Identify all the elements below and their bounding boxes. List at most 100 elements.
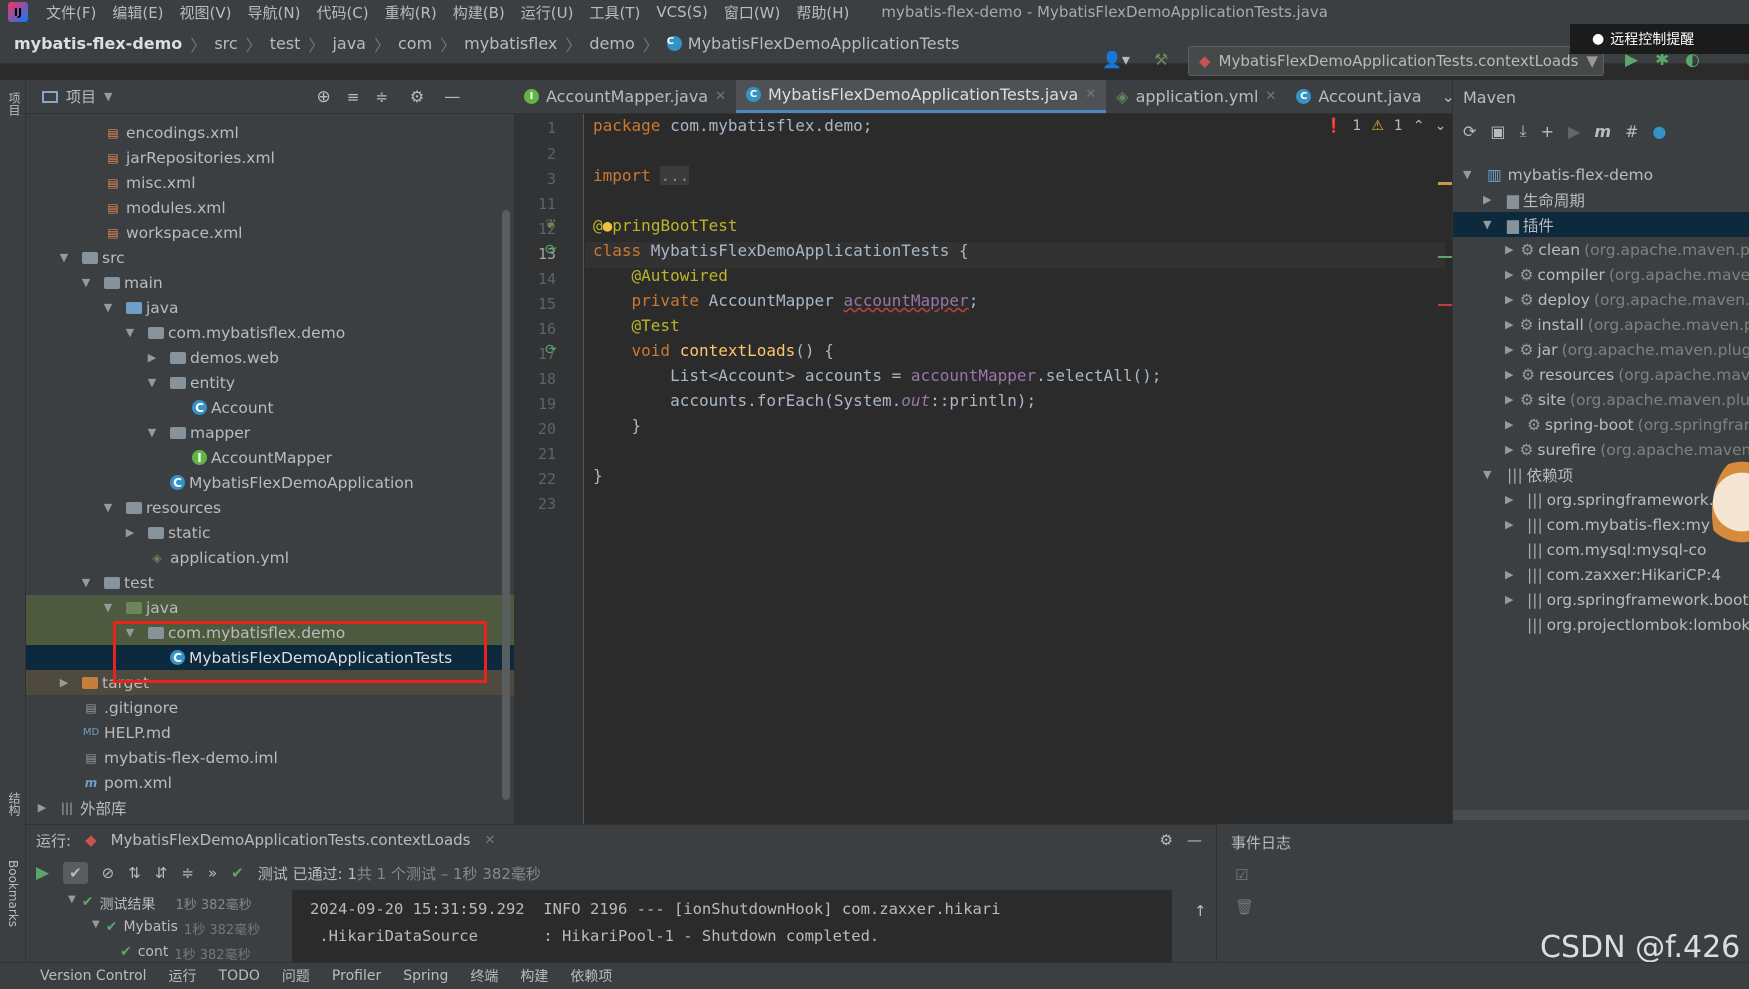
tree-item[interactable]: ◈ application.yml <box>26 545 514 570</box>
chevron-down-icon[interactable]: ▼ <box>100 501 116 514</box>
close-icon[interactable]: ✕ <box>484 833 495 848</box>
chevron-right-icon[interactable]: ▶ <box>122 526 138 539</box>
maven-scrollbar[interactable] <box>1453 810 1749 820</box>
breadcrumb-mybatisflex[interactable]: mybatisflex <box>464 34 557 53</box>
tree-item[interactable]: ▼ java <box>26 595 514 620</box>
menu-window[interactable]: 窗口(W) <box>716 2 789 23</box>
breadcrumb-java[interactable]: java <box>332 34 366 53</box>
tree-item[interactable]: ▼ entity <box>26 370 514 395</box>
tree-item[interactable]: I AccountMapper <box>26 445 514 470</box>
menu-run[interactable]: 运行(U) <box>513 2 582 23</box>
status-spring[interactable]: Spring <box>403 968 448 984</box>
spring-bean-icon[interactable]: ❦ <box>545 217 557 233</box>
maven-plugin[interactable]: ▶ ⚙ spring-boot (org.springfrar <box>1453 412 1749 437</box>
chevron-right-icon[interactable]: ▶ <box>1505 318 1513 331</box>
user-icon[interactable]: 👤▾ <box>1102 50 1130 69</box>
tree-item[interactable]: m pom.xml <box>26 770 514 795</box>
tree-item[interactable]: ▼ mapper <box>26 420 514 445</box>
tree-item[interactable]: MD HELP.md <box>26 720 514 745</box>
status-build[interactable]: 构建 <box>520 966 548 986</box>
tree-item[interactable]: ▤ modules.xml <box>26 195 514 220</box>
error-marker[interactable] <box>1438 304 1452 306</box>
menu-edit[interactable]: 编辑(E) <box>104 2 171 23</box>
menu-refactor[interactable]: 重构(R) <box>377 2 445 23</box>
tab-tests[interactable]: C MybatisFlexDemoApplicationTests.java ✕ <box>736 80 1107 113</box>
tab-accountmapper[interactable]: I AccountMapper.java ✕ <box>514 80 736 113</box>
chevron-right-icon[interactable]: ▶ <box>1505 243 1514 256</box>
maven-plugin[interactable]: ▶ ⚙ install (org.apache.maven.p <box>1453 312 1749 337</box>
code-editor[interactable]: package com.mybatisflex.demo; import ...… <box>585 114 1452 824</box>
chevron-down-icon[interactable]: ▼ <box>100 301 116 314</box>
maven-lifecycle[interactable]: ▶ ▆ 生命周期 <box>1453 187 1749 212</box>
close-icon[interactable]: ✕ <box>1265 89 1276 104</box>
chevron-down-icon[interactable]: ▼ <box>1463 168 1479 181</box>
tab-application-yml[interactable]: ◈ application.yml ✕ <box>1106 80 1286 113</box>
chevron-right-icon[interactable]: ▶ <box>1505 293 1514 306</box>
menu-build[interactable]: 构建(B) <box>445 2 513 23</box>
close-icon[interactable]: ✕ <box>715 89 726 104</box>
tree-item[interactable]: C MybatisFlexDemoApplication <box>26 470 514 495</box>
remote-control-notice[interactable]: ● 远程控制提醒 <box>1570 24 1749 54</box>
chevron-right-icon[interactable]: ▶ <box>144 351 160 364</box>
menu-tools[interactable]: 工具(T) <box>581 2 648 23</box>
warning-marker[interactable] <box>1438 182 1452 185</box>
show-ignored-icon[interactable]: ⊘ <box>102 864 115 882</box>
chevron-down-icon[interactable]: ▼ <box>1483 218 1499 231</box>
tree-item[interactable]: ▤ workspace.xml <box>26 220 514 245</box>
maven-dependency[interactable]: ▶ ||| org.springframework.boot <box>1453 587 1749 612</box>
reload-icon[interactable]: ⟳ <box>1463 122 1476 141</box>
gear-icon[interactable]: ⚙ <box>410 87 424 106</box>
chevron-down-icon[interactable]: ▼ <box>92 919 100 938</box>
chevron-right-icon[interactable]: ▶ <box>1483 193 1499 206</box>
inspection-widget[interactable]: ❗ 1 ⚠ 1 ⌃ ⌄ <box>1325 118 1446 134</box>
maven-plugin[interactable]: ▶ ⚙ compiler (org.apache.mave <box>1453 262 1749 287</box>
chevron-right-icon[interactable]: ▶ <box>1505 568 1521 581</box>
chevron-down-icon[interactable]: ▼ <box>144 376 160 389</box>
status-version-control[interactable]: Version Control <box>40 968 147 984</box>
chevron-down-icon[interactable]: ▼ <box>68 894 76 914</box>
close-icon[interactable]: ✕ <box>1085 87 1096 102</box>
show-passed-icon[interactable]: ✔ <box>63 862 88 884</box>
tree-item[interactable]: ▶ demos.web <box>26 345 514 370</box>
maven-plugin[interactable]: ▶ ⚙ clean (org.apache.maven.p <box>1453 237 1749 262</box>
maven-dependency[interactable]: ▶ ||| com.mybatis-flex:my <box>1453 512 1749 537</box>
status-terminal[interactable]: 终端 <box>470 966 498 986</box>
chevron-down-icon[interactable]: ▼ <box>1483 468 1499 481</box>
run-icon[interactable]: ▶ <box>1568 122 1580 141</box>
project-scrollbar[interactable] <box>502 210 510 800</box>
maven-plugin[interactable]: ▶ ⚙ resources (org.apache.mav <box>1453 362 1749 387</box>
menu-file[interactable]: 文件(F) <box>38 2 104 23</box>
more-icon[interactable]: » <box>208 864 217 882</box>
tree-item[interactable]: ▼ test <box>26 570 514 595</box>
tree-item[interactable]: ▼ resources <box>26 495 514 520</box>
structure-tool-button[interactable]: 结构 <box>6 792 23 816</box>
sort-alpha-icon[interactable]: ⇅ <box>128 864 141 882</box>
maven-plugins[interactable]: ▼ ▆ 插件 <box>1453 212 1749 237</box>
test-result-row[interactable]: ✔ cont 1秒 382毫秒 <box>120 944 251 963</box>
tree-item[interactable]: C Account <box>26 395 514 420</box>
project-panel-title[interactable]: 项目 <box>66 86 96 107</box>
status-dependencies[interactable]: 依赖项 <box>570 966 612 986</box>
menu-vcs[interactable]: VCS(S) <box>648 3 715 21</box>
test-result-row[interactable]: ▼ ✔ 测试结果 1秒 382毫秒 <box>68 894 252 914</box>
chevron-right-icon[interactable]: ▶ <box>56 676 72 689</box>
maven-dependency[interactable]: ▶ ||| org.springframework.b <box>1453 487 1749 512</box>
chevron-down-icon[interactable]: ⌄ <box>1435 118 1447 134</box>
tab-list-dropdown[interactable]: ⌄ <box>1432 80 1452 113</box>
breadcrumb-test[interactable]: test <box>270 34 301 53</box>
maven-dependencies[interactable]: ▼ ||| 依赖项 <box>1453 462 1749 487</box>
tree-item[interactable]: ▤ mybatis-flex-demo.iml <box>26 745 514 770</box>
hide-icon[interactable]: — <box>444 87 460 106</box>
maven-dependency[interactable]: ||| org.projectlombok:lombok <box>1453 612 1749 637</box>
change-marker[interactable] <box>1438 256 1452 258</box>
tree-item[interactable]: ▤ encodings.xml <box>26 120 514 145</box>
run-configuration-select[interactable]: ◆ MybatisFlexDemoApplicationTests.contex… <box>1188 46 1604 76</box>
expand-icon[interactable]: ≑ <box>181 864 194 882</box>
gear-icon[interactable]: ⚙ <box>1160 831 1173 849</box>
status-todo[interactable]: TODO <box>219 968 260 984</box>
breadcrumb-project[interactable]: mybatis-flex-demo <box>14 34 182 53</box>
hide-icon[interactable]: — <box>1187 831 1202 849</box>
breadcrumb-class[interactable]: MybatisFlexDemoApplicationTests <box>688 34 960 53</box>
plus-icon[interactable]: + <box>1541 122 1554 141</box>
chevron-down-icon[interactable]: ▼ <box>78 576 94 589</box>
